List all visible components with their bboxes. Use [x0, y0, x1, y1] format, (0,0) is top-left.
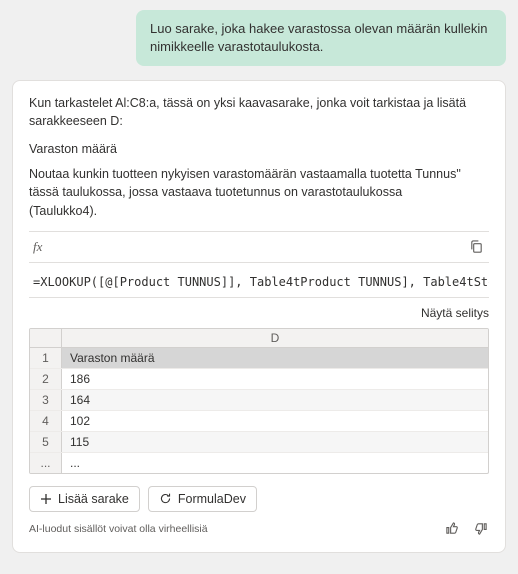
table-cell: ... [62, 453, 488, 473]
formula-text[interactable]: =XLOOKUP([@[Product TUNNUS]], Table4tPro… [29, 267, 489, 298]
row-number: 1 [30, 348, 62, 368]
table-cell: 164 [62, 390, 488, 410]
assistant-card: Kun tarkastelet Al:C8:a, tässä on yksi k… [12, 80, 506, 553]
user-message: Luo sarake, joka hakee varastossa olevan… [136, 10, 506, 66]
row-number: 2 [30, 369, 62, 389]
thumbs-down-icon[interactable] [471, 520, 489, 538]
formula-header-row: fx [29, 231, 489, 263]
table-row: ...... [30, 453, 488, 473]
preview-table: D 1Varaston määrä2186316441025115...... [29, 328, 489, 474]
table-cell: 186 [62, 369, 488, 389]
thumbs-up-icon[interactable] [443, 520, 461, 538]
table-row: 2186 [30, 369, 488, 390]
actions-row: Lisää sarake FormulaDev [29, 486, 489, 512]
formula-dev-label: FormulaDev [178, 492, 246, 506]
show-explanation-link[interactable]: Näytä selitys [421, 306, 489, 320]
feedback-buttons [443, 520, 489, 538]
user-message-row: Luo sarake, joka hakee varastossa olevan… [12, 10, 506, 66]
table-cell: 115 [62, 432, 488, 452]
assistant-description-sub: (Taulukko4). [29, 203, 489, 221]
table-row: 3164 [30, 390, 488, 411]
table-cell: 102 [62, 411, 488, 431]
row-number: ... [30, 453, 62, 473]
plus-icon [40, 493, 52, 505]
formula-dev-button[interactable]: FormulaDev [148, 486, 257, 512]
row-number: 5 [30, 432, 62, 452]
copy-icon[interactable] [467, 238, 485, 256]
explain-row: Näytä selitys [29, 302, 489, 328]
preview-header: D [30, 329, 488, 348]
row-number: 3 [30, 390, 62, 410]
ai-disclaimer: AI-luodut sisällöt voivat olla virheelli… [29, 523, 208, 535]
preview-corner [30, 329, 62, 347]
column-title: Varaston määrä [29, 142, 489, 156]
add-column-label: Lisää sarake [58, 492, 129, 506]
preview-col-letter: D [62, 329, 488, 347]
row-number: 4 [30, 411, 62, 431]
table-row: 4102 [30, 411, 488, 432]
assistant-intro: Kun tarkastelet Al:C8:a, tässä on yksi k… [29, 95, 489, 130]
footer-row: AI-luodut sisällöt voivat olla virheelli… [29, 520, 489, 538]
add-column-button[interactable]: Lisää sarake [29, 486, 140, 512]
table-row: 1Varaston määrä [30, 348, 488, 369]
fx-label: fx [33, 239, 42, 255]
refresh-icon [159, 492, 172, 505]
table-row: 5115 [30, 432, 488, 453]
table-cell: Varaston määrä [62, 348, 488, 368]
assistant-description: Noutaa kunkin tuotteen nykyisen varastom… [29, 166, 489, 201]
